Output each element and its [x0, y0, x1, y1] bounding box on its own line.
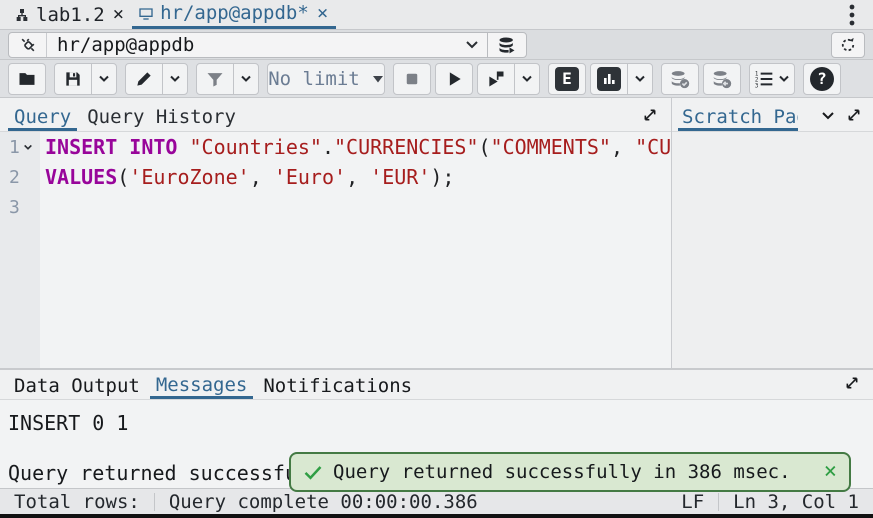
filter-button[interactable] — [196, 63, 234, 95]
code-text: INSERT INTO "Countries"."CURRENCIES"("CO… — [40, 135, 671, 159]
chevron-down-icon — [457, 40, 487, 49]
play-icon — [444, 69, 464, 89]
line-number: 2 — [0, 162, 40, 192]
rollback-button[interactable] — [703, 63, 741, 95]
tab-messages[interactable]: Messages — [150, 373, 254, 399]
toast-message: Query returned successfully in 386 msec. — [333, 461, 814, 483]
kebab-menu-icon[interactable] — [841, 3, 863, 27]
sitemap-icon — [14, 7, 30, 23]
total-rows-label: Total rows: — [14, 491, 140, 513]
editor-line: 3 — [0, 192, 671, 222]
stop-icon — [403, 70, 421, 88]
macro-button[interactable]: 123 — [749, 63, 795, 95]
help-button[interactable]: ? — [803, 63, 841, 95]
toolbar: No limit — [0, 60, 873, 98]
close-icon[interactable]: × — [111, 5, 126, 24]
tab-hr-app-appdb[interactable]: hr/app@appdb* × — [132, 0, 336, 29]
main-area: Query Query History 1INSERT INTO "Countr… — [0, 98, 873, 368]
gutter — [0, 222, 40, 368]
tab-lab1-2[interactable]: lab1.2 × — [8, 0, 132, 29]
eol-indicator[interactable]: LF — [681, 491, 704, 513]
checkmark-icon — [303, 462, 323, 482]
query-tab-bar: Query Query History — [0, 98, 671, 132]
filter-icon — [205, 69, 225, 89]
tab-query[interactable]: Query — [8, 104, 77, 131]
save-dropdown[interactable] — [91, 63, 117, 95]
close-icon[interactable]: × — [824, 461, 837, 483]
scratch-pad-panel: Scratch Pad — [672, 98, 873, 368]
chevron-down-icon — [169, 75, 181, 83]
save-button[interactable] — [54, 63, 92, 95]
chevron-down-icon — [240, 75, 252, 83]
editor-line: 1INSERT INTO "Countries"."CURRENCIES"("C… — [0, 132, 671, 162]
terminal-icon — [138, 5, 154, 21]
tab-label: hr/app@appdb* — [160, 2, 309, 24]
pencil-icon — [134, 69, 154, 89]
commit-button[interactable] — [661, 63, 699, 95]
explain-analyze-button[interactable] — [590, 63, 628, 95]
limit-label: No limit — [268, 68, 360, 90]
reload-icon[interactable] — [831, 32, 865, 58]
fold-chevron-icon[interactable] — [23, 144, 33, 151]
expand-icon[interactable] — [637, 102, 663, 128]
execute-dropdown[interactable] — [514, 63, 540, 95]
sql-editor[interactable]: 1INSERT INTO "Countries"."CURRENCIES"("C… — [0, 132, 671, 368]
tab-query-history[interactable]: Query History — [81, 104, 242, 131]
commit-db-icon — [669, 68, 691, 90]
output-tab-bar: Data Output Messages Notifications — [0, 370, 873, 400]
filter-dropdown[interactable] — [233, 63, 259, 95]
chevron-down-icon — [778, 75, 790, 83]
svg-text:3: 3 — [755, 83, 759, 88]
folder-icon — [17, 69, 37, 89]
tab-label: lab1.2 — [36, 4, 105, 26]
chevron-down-icon — [634, 75, 646, 83]
open-file-button[interactable] — [8, 63, 46, 95]
connection-select[interactable]: hr/app@appdb — [8, 32, 488, 58]
message-line: INSERT 0 1 — [8, 408, 873, 438]
explain-dropdown[interactable] — [627, 63, 653, 95]
help-icon: ? — [810, 67, 834, 91]
execute-button[interactable] — [435, 63, 473, 95]
triangle-down-icon — [372, 75, 384, 83]
chevron-down-icon — [521, 75, 533, 83]
explain-icon: E — [555, 67, 579, 91]
tab-bar: lab1.2 × hr/app@appdb* × — [0, 0, 873, 30]
save-icon — [63, 69, 83, 89]
plug-icon — [9, 33, 47, 57]
chevron-down-icon[interactable] — [815, 102, 841, 128]
expand-icon[interactable] — [839, 370, 865, 396]
analyze-chart-icon — [597, 67, 621, 91]
editor-line: 2VALUES('EuroZone', 'Euro', 'EUR'); — [0, 162, 671, 192]
close-icon[interactable]: × — [315, 4, 330, 23]
scratch-pad-editor[interactable] — [672, 132, 873, 368]
editor-lines: 1INSERT INTO "Countries"."CURRENCIES"("C… — [0, 132, 671, 222]
query-tool-window: lab1.2 × hr/app@appdb* × hr/app@appdb — [0, 0, 873, 518]
bottom-edge — [0, 514, 873, 518]
code-text: VALUES('EuroZone', 'Euro', 'EUR'); — [40, 165, 454, 189]
chevron-down-icon — [98, 75, 110, 83]
success-toast: Query returned successfully in 386 msec.… — [289, 452, 851, 492]
tab-scratch-pad[interactable]: Scratch Pad — [678, 104, 798, 131]
scratch-pad-header: Scratch Pad — [672, 98, 873, 132]
tab-data-output[interactable]: Data Output — [8, 374, 146, 399]
execute-script-button[interactable] — [477, 63, 515, 95]
line-number: 1 — [0, 132, 40, 162]
rollback-db-icon — [711, 68, 733, 90]
new-connection-icon[interactable] — [487, 32, 527, 58]
query-complete-time: Query complete 00:00:00.386 — [169, 491, 478, 513]
play-flag-icon — [486, 69, 506, 89]
line-number: 3 — [0, 192, 40, 222]
edit-button[interactable] — [125, 63, 163, 95]
connection-bar: hr/app@appdb — [0, 30, 873, 60]
stop-button[interactable] — [393, 63, 431, 95]
edit-dropdown[interactable] — [162, 63, 188, 95]
tab-notifications[interactable]: Notifications — [257, 374, 418, 399]
connection-name: hr/app@appdb — [47, 34, 457, 56]
expand-icon[interactable] — [841, 102, 867, 128]
limit-select[interactable]: No limit — [267, 63, 385, 95]
numbered-list-icon: 123 — [754, 70, 774, 88]
explain-button[interactable]: E — [548, 63, 586, 95]
cursor-position: Ln 3, Col 1 — [733, 491, 859, 513]
